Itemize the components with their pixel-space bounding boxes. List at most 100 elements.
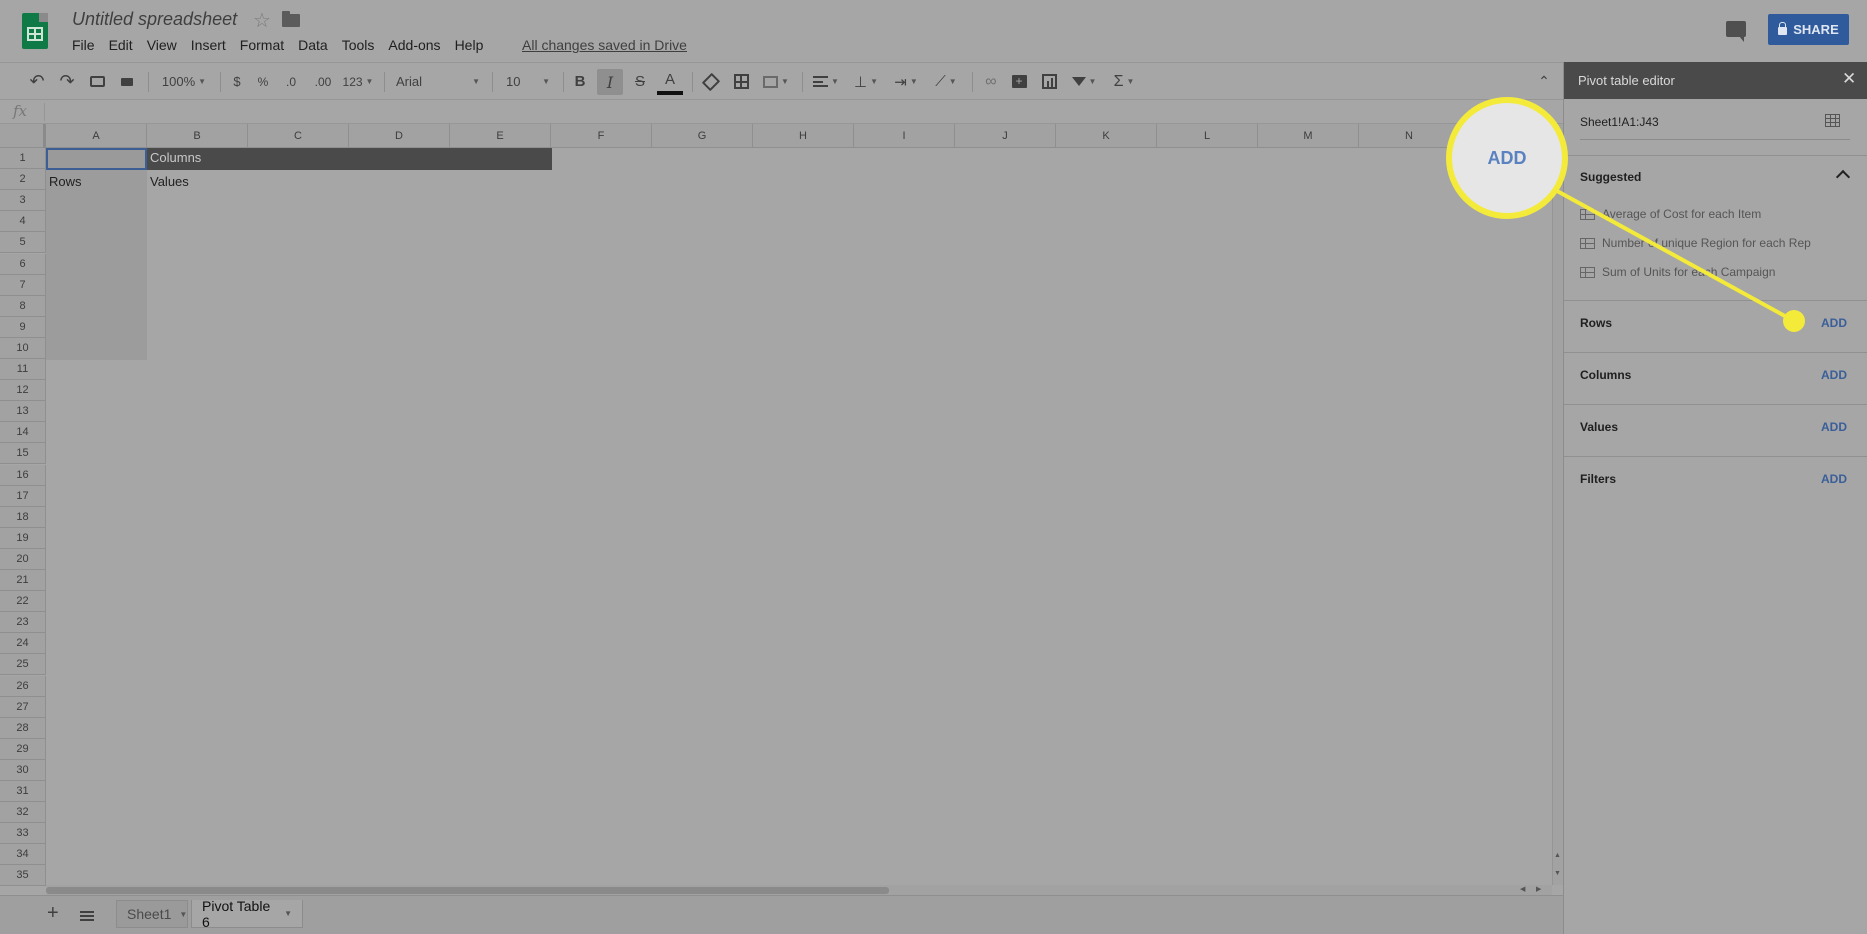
row-header-21[interactable]: 21 — [0, 570, 46, 592]
row-header-4[interactable]: 4 — [0, 211, 46, 233]
text-rotation-icon[interactable]: ⟋ ▼ — [928, 63, 964, 100]
close-icon[interactable]: ✕ — [1842, 69, 1856, 89]
menu-help[interactable]: Help — [455, 37, 484, 53]
row-header-12[interactable]: 12 — [0, 380, 46, 402]
formula-input[interactable] — [52, 103, 1542, 121]
currency-format-button[interactable]: $ — [226, 63, 248, 100]
print-icon[interactable] — [84, 63, 110, 100]
row-header-20[interactable]: 20 — [0, 548, 46, 570]
row-header-17[interactable]: 17 — [0, 485, 46, 507]
suggestion-item[interactable]: Average of Cost for each Item — [1580, 207, 1761, 221]
borders-icon[interactable] — [728, 63, 754, 100]
column-header-g[interactable]: G — [652, 124, 753, 148]
row-header-30[interactable]: 30 — [0, 759, 46, 781]
column-header-n[interactable]: N — [1359, 124, 1460, 148]
row-header-32[interactable]: 32 — [0, 802, 46, 824]
row-header-6[interactable]: 6 — [0, 253, 46, 275]
cell-a2[interactable]: Rows — [49, 174, 82, 189]
bold-button[interactable]: B — [568, 63, 592, 100]
sheet-tab-sheet1[interactable]: Sheet1 ▼ — [116, 900, 188, 928]
percent-format-button[interactable]: % — [252, 63, 274, 100]
insert-chart-icon[interactable] — [1036, 63, 1062, 100]
sheets-logo-icon[interactable] — [22, 13, 48, 49]
document-title[interactable]: Untitled spreadsheet — [72, 9, 237, 30]
row-header-1[interactable]: 1 — [0, 148, 46, 170]
star-icon[interactable]: ☆ — [253, 8, 271, 33]
select-all-corner[interactable] — [0, 124, 46, 148]
more-formats-select[interactable]: 123 ▼ — [340, 63, 376, 100]
folder-icon[interactable] — [282, 11, 300, 27]
menu-edit[interactable]: Edit — [109, 37, 133, 53]
chevron-up-icon[interactable] — [1835, 169, 1851, 185]
undo-icon[interactable]: ↶ — [24, 63, 50, 100]
menu-addons[interactable]: Add-ons — [388, 37, 440, 53]
row-header-13[interactable]: 13 — [0, 401, 46, 423]
vertical-align-icon[interactable]: ⊥ ▼ — [848, 63, 884, 100]
font-size-select[interactable]: 10 ▼ — [500, 63, 556, 100]
filters-add-button[interactable]: ADD — [1821, 472, 1847, 486]
column-header-a[interactable]: A — [46, 124, 147, 148]
row-header-18[interactable]: 18 — [0, 506, 46, 528]
column-header-e[interactable]: E — [450, 124, 551, 148]
menu-format[interactable]: Format — [240, 37, 284, 53]
column-header-h[interactable]: H — [753, 124, 854, 148]
row-header-10[interactable]: 10 — [0, 337, 46, 359]
strikethrough-button[interactable]: S — [628, 63, 652, 100]
row-header-27[interactable]: 27 — [0, 696, 46, 718]
chevron-down-icon[interactable]: ▼ — [284, 909, 292, 918]
save-status-link[interactable]: All changes saved in Drive — [522, 37, 687, 53]
menu-tools[interactable]: Tools — [342, 37, 375, 53]
merge-cells-icon[interactable]: ▼ — [758, 63, 794, 100]
row-header-31[interactable]: 31 — [0, 781, 46, 803]
row-header-22[interactable]: 22 — [0, 591, 46, 613]
decrease-decimal-button[interactable]: .0 — [278, 63, 304, 100]
zoom-select[interactable]: 100% ▼ — [156, 63, 212, 100]
row-header-2[interactable]: 2 — [0, 169, 46, 191]
cell-b2[interactable]: Values — [150, 174, 189, 189]
suggestion-item[interactable]: Number of unique Region for each Rep — [1580, 236, 1811, 250]
share-button[interactable]: SHARE — [1768, 14, 1849, 45]
select-range-icon[interactable] — [1825, 114, 1840, 127]
fill-color-icon[interactable] — [698, 63, 724, 100]
row-header-24[interactable]: 24 — [0, 633, 46, 655]
sheet-tab-pivot-table-6[interactable]: Pivot Table 6 ▼ — [191, 898, 303, 930]
row-header-7[interactable]: 7 — [0, 274, 46, 296]
cell-b1[interactable]: Columns — [150, 150, 201, 165]
insert-link-icon[interactable]: ∞ — [978, 63, 1004, 100]
collapse-toolbar-icon[interactable]: ⌃ — [1532, 63, 1556, 100]
column-header-b[interactable]: B — [147, 124, 248, 148]
column-header-d[interactable]: D — [349, 124, 450, 148]
values-add-button[interactable]: ADD — [1821, 420, 1847, 434]
insert-comment-icon[interactable]: + — [1006, 63, 1032, 100]
row-header-25[interactable]: 25 — [0, 654, 46, 676]
horizontal-align-icon[interactable]: ▼ — [808, 63, 844, 100]
comments-icon[interactable] — [1726, 21, 1746, 42]
increase-decimal-button[interactable]: .00 — [308, 63, 338, 100]
column-header-l[interactable]: L — [1157, 124, 1258, 148]
horizontal-scroll-thumb[interactable] — [46, 887, 889, 894]
menu-insert[interactable]: Insert — [191, 37, 226, 53]
column-header-k[interactable]: K — [1056, 124, 1157, 148]
column-header-j[interactable]: J — [955, 124, 1056, 148]
functions-icon[interactable]: Σ ▼ — [1106, 63, 1142, 100]
column-header-m[interactable]: M — [1258, 124, 1359, 148]
row-header-16[interactable]: 16 — [0, 464, 46, 486]
vertical-scrollbar[interactable]: ▲ ▼ — [1552, 148, 1563, 885]
row-header-11[interactable]: 11 — [0, 359, 46, 381]
row-header-5[interactable]: 5 — [0, 232, 46, 254]
italic-button[interactable]: I — [597, 69, 623, 95]
row-header-26[interactable]: 26 — [0, 675, 46, 697]
row-header-14[interactable]: 14 — [0, 422, 46, 444]
row-header-28[interactable]: 28 — [0, 717, 46, 739]
add-sheet-icon[interactable]: + — [47, 902, 59, 925]
redo-icon[interactable]: ↷ — [54, 63, 80, 100]
all-sheets-icon[interactable] — [80, 911, 94, 921]
column-header-c[interactable]: C — [248, 124, 349, 148]
menu-view[interactable]: View — [147, 37, 177, 53]
paint-format-icon[interactable] — [114, 63, 140, 100]
row-header-19[interactable]: 19 — [0, 527, 46, 549]
row-header-9[interactable]: 9 — [0, 316, 46, 338]
row-header-34[interactable]: 34 — [0, 844, 46, 866]
row-header-23[interactable]: 23 — [0, 612, 46, 634]
row-header-33[interactable]: 33 — [0, 823, 46, 845]
